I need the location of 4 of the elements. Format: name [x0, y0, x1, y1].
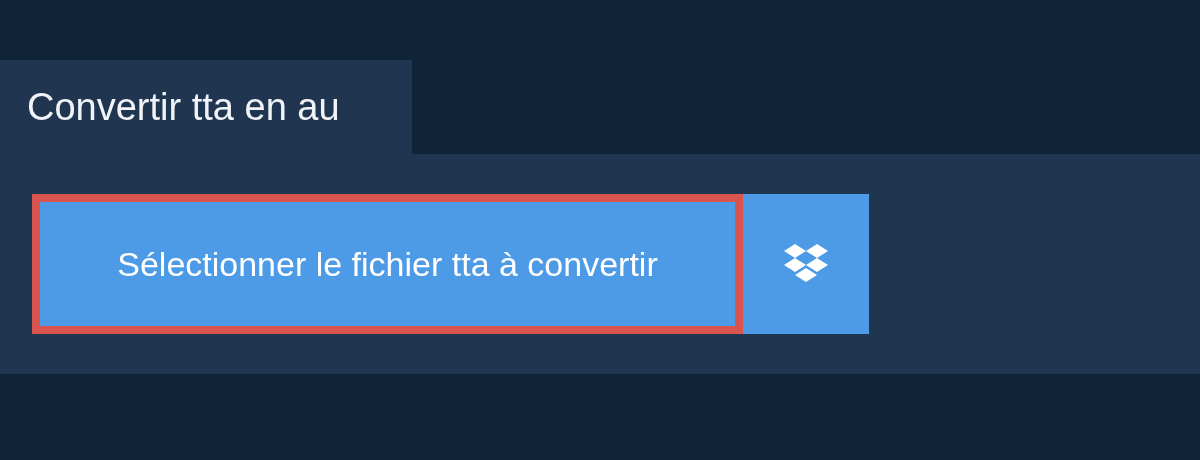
tab-title: Convertir tta en au	[27, 84, 340, 130]
dropbox-icon	[784, 244, 828, 284]
select-file-button[interactable]: Sélectionner le fichier tta à convertir	[32, 194, 743, 334]
dropbox-button[interactable]	[743, 194, 869, 334]
